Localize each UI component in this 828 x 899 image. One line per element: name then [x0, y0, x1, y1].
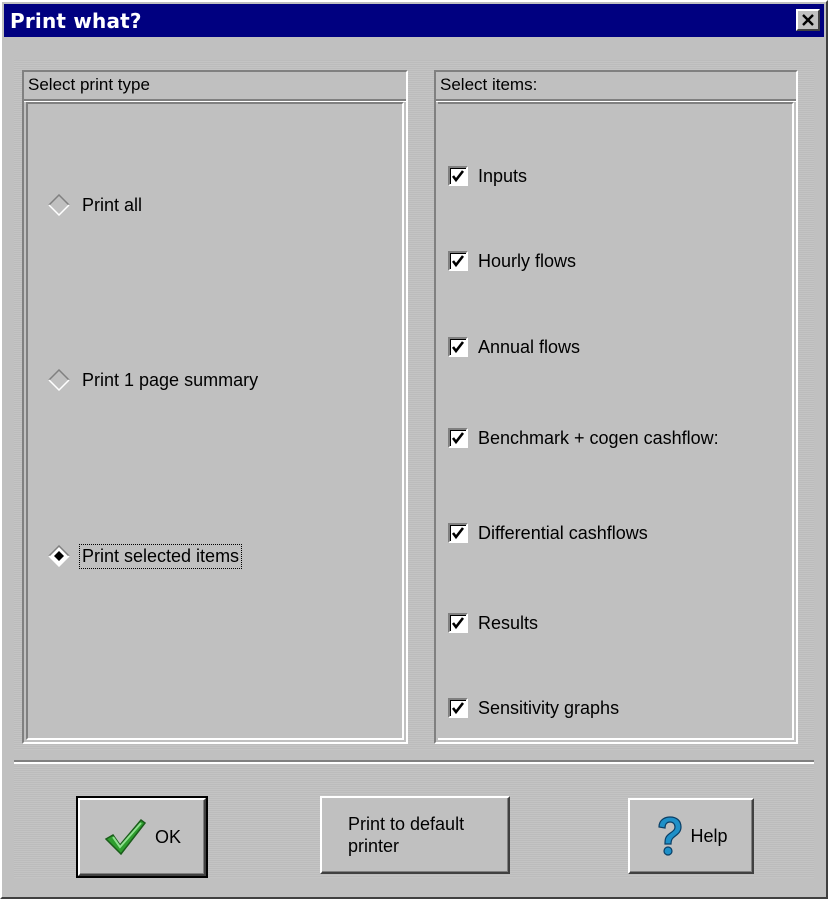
title-bar[interactable]: Print what? — [4, 4, 824, 37]
question-mark-icon — [658, 816, 683, 856]
checkbox-results[interactable] — [448, 613, 468, 633]
items-header: Select items: — [436, 72, 796, 101]
help-button-label: Help — [690, 825, 728, 846]
checkbox-sensitivity-graphs[interactable] — [448, 698, 468, 718]
print-default-label-line2: printer — [348, 836, 400, 856]
radio-label-print-summary: Print 1 page summary — [82, 369, 259, 390]
print-type-header: Select print type — [24, 72, 406, 101]
radio-label-print-selected: Print selected items — [78, 543, 243, 569]
checkbox-inputs[interactable] — [448, 166, 468, 186]
checkbox-label-results: Results — [478, 612, 539, 633]
print-type-group: Select print type Print all Print 1 page… — [22, 70, 408, 744]
checkbox-benchmark-cashflow[interactable] — [448, 428, 468, 448]
checkbox-label-differential-cashflows: Differential cashflows — [478, 522, 648, 543]
checkbox-label-benchmark-cashflow: Benchmark + cogen cashflow: — [478, 427, 719, 448]
radio-label-print-all: Print all — [82, 194, 143, 215]
radio-diamond-icon — [48, 194, 70, 216]
dialog-title: Print what? — [10, 9, 142, 33]
checkbox-row-benchmark-cashflow[interactable]: Benchmark + cogen cashflow: — [448, 424, 719, 452]
ok-button-label: OK — [154, 826, 181, 847]
check-mark-icon — [451, 702, 465, 715]
check-mark-icon — [451, 255, 465, 268]
checkmark-icon — [104, 818, 147, 856]
checkbox-annual-flows[interactable] — [448, 337, 468, 357]
checkbox-row-sensitivity-graphs[interactable]: Sensitivity graphs — [448, 694, 619, 722]
print-default-label-line1: Print to default — [348, 814, 465, 834]
checkbox-row-hourly-flows[interactable]: Hourly flows — [448, 247, 576, 275]
radio-diamond-selected-icon — [48, 545, 70, 567]
radio-print-selected[interactable]: Print selected items — [48, 542, 243, 570]
close-icon — [802, 14, 814, 26]
check-mark-icon — [451, 527, 465, 540]
radio-print-all[interactable]: Print all — [48, 191, 144, 219]
checkbox-label-annual-flows: Annual flows — [478, 336, 581, 357]
checkbox-label-inputs: Inputs — [478, 165, 528, 186]
checkbox-row-results[interactable]: Results — [448, 609, 538, 637]
radio-diamond-icon — [48, 369, 70, 391]
checkbox-label-hourly-flows: Hourly flows — [478, 250, 577, 271]
items-group: Select items: Inputs Hourly flows Annual… — [434, 70, 798, 744]
check-mark-icon — [451, 432, 465, 445]
divider — [14, 760, 814, 764]
ok-button[interactable]: OK — [76, 796, 208, 878]
print-default-button[interactable]: Print to default printer — [320, 796, 510, 874]
print-type-body: Print all Print 1 page summary Print sel… — [26, 102, 404, 740]
check-mark-icon — [451, 617, 465, 630]
checkbox-row-inputs[interactable]: Inputs — [448, 162, 527, 190]
check-mark-icon — [451, 341, 465, 354]
print-default-label: Print to default printer — [348, 813, 464, 857]
checkbox-label-sensitivity-graphs: Sensitivity graphs — [478, 697, 620, 718]
help-button[interactable]: Help — [628, 798, 754, 874]
checkbox-hourly-flows[interactable] — [448, 251, 468, 271]
items-body: Inputs Hourly flows Annual flows Benchma… — [438, 102, 794, 740]
checkbox-row-differential-cashflows[interactable]: Differential cashflows — [448, 519, 648, 547]
checkbox-row-annual-flows[interactable]: Annual flows — [448, 333, 580, 361]
check-mark-icon — [451, 170, 465, 183]
checkbox-differential-cashflows[interactable] — [448, 523, 468, 543]
radio-print-summary[interactable]: Print 1 page summary — [48, 366, 260, 394]
close-button[interactable] — [796, 9, 820, 31]
